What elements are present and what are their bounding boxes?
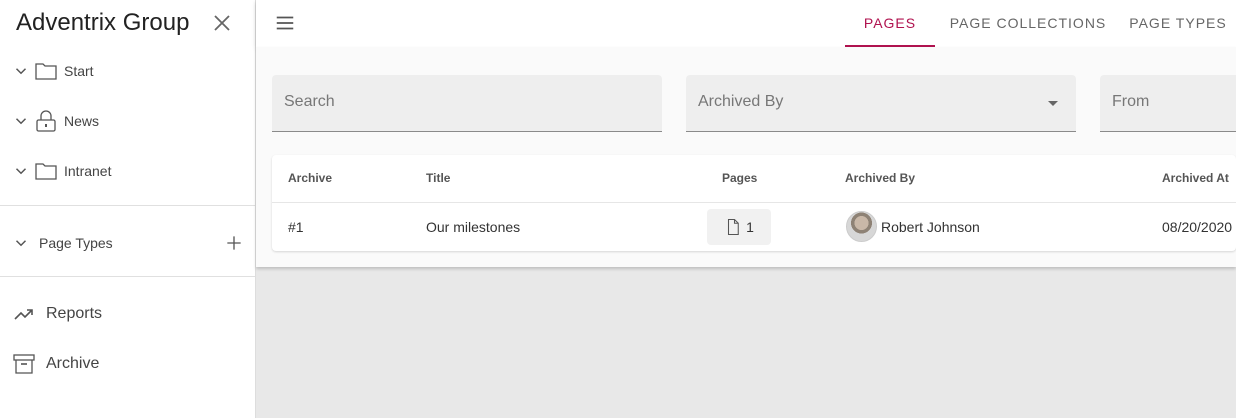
column-header-archived-by[interactable]: Archived By xyxy=(845,171,915,185)
archive-table: Archive Title Pages Archived By Archived… xyxy=(272,155,1236,251)
pages-count-chip[interactable]: 1 xyxy=(707,209,771,245)
cell-title[interactable]: Our milestones xyxy=(426,219,520,235)
cell-archived-by[interactable]: Robert Johnson xyxy=(881,219,980,235)
chevron-down-icon[interactable] xyxy=(12,112,30,130)
from-placeholder: From xyxy=(1112,93,1150,110)
tree-item-news[interactable]: News xyxy=(12,109,99,133)
close-icon[interactable] xyxy=(210,11,234,35)
search-placeholder: Search xyxy=(284,93,335,110)
column-header-title[interactable]: Title xyxy=(426,171,450,185)
tab-page-collections[interactable]: PAGE COLLECTIONS xyxy=(945,0,1111,47)
sidebar-divider xyxy=(0,276,255,277)
tab-page-types[interactable]: PAGE TYPES xyxy=(1124,0,1232,47)
folder-icon xyxy=(35,163,57,180)
sidebar-item-label: Archive xyxy=(46,355,100,372)
archive-box-icon xyxy=(13,354,35,374)
brand-title: Adventrix Group xyxy=(16,9,190,36)
pages-count: 1 xyxy=(746,219,754,235)
page-types-label: Page Types xyxy=(39,235,113,251)
archived-by-placeholder: Archived By xyxy=(698,93,784,110)
tree-item-label: Start xyxy=(64,63,94,79)
chevron-down-icon[interactable] xyxy=(12,234,30,252)
cell-archive-id[interactable]: #1 xyxy=(288,219,304,235)
column-header-archive[interactable]: Archive xyxy=(288,171,332,185)
add-page-type-icon[interactable] xyxy=(224,233,244,253)
search-input[interactable]: Search xyxy=(272,75,662,132)
archive-panel: Search Archived By From Archive Title Pa… xyxy=(256,47,1236,267)
sidebar-item-reports[interactable]: Reports xyxy=(12,301,102,327)
top-app-bar: PAGES PAGE COLLECTIONS PAGE TYPES xyxy=(256,0,1236,47)
folder-icon xyxy=(35,63,57,80)
avatar xyxy=(846,211,877,242)
sidebar-item-archive[interactable]: Archive xyxy=(12,351,99,377)
tree-item-label: News xyxy=(64,113,100,129)
trending-up-icon xyxy=(14,309,33,320)
page-types-section[interactable]: Page Types xyxy=(12,231,244,255)
header-divider xyxy=(272,202,1236,203)
column-header-pages[interactable]: Pages xyxy=(722,171,757,185)
from-date-input[interactable]: From xyxy=(1100,75,1236,132)
sidebar-item-label: Reports xyxy=(46,305,103,322)
sidebar: Adventrix Group Start News Intranet Page… xyxy=(0,0,256,418)
cell-archived-at: 08/20/2020 xyxy=(1162,219,1233,235)
document-icon xyxy=(728,218,739,236)
chevron-down-icon[interactable] xyxy=(12,162,30,180)
lock-icon xyxy=(36,110,56,132)
column-header-archived-at[interactable]: Archived At xyxy=(1162,171,1229,185)
dropdown-arrow-icon xyxy=(1048,101,1058,106)
tree-item-label: Intranet xyxy=(64,163,112,179)
tree-item-intranet[interactable]: Intranet xyxy=(12,159,111,183)
hamburger-menu-icon[interactable] xyxy=(274,12,296,34)
archived-by-select[interactable]: Archived By xyxy=(686,75,1076,132)
chevron-down-icon[interactable] xyxy=(12,62,30,80)
tree-item-start[interactable]: Start xyxy=(12,59,94,83)
tab-pages[interactable]: PAGES xyxy=(845,0,935,47)
sidebar-divider xyxy=(0,205,255,206)
